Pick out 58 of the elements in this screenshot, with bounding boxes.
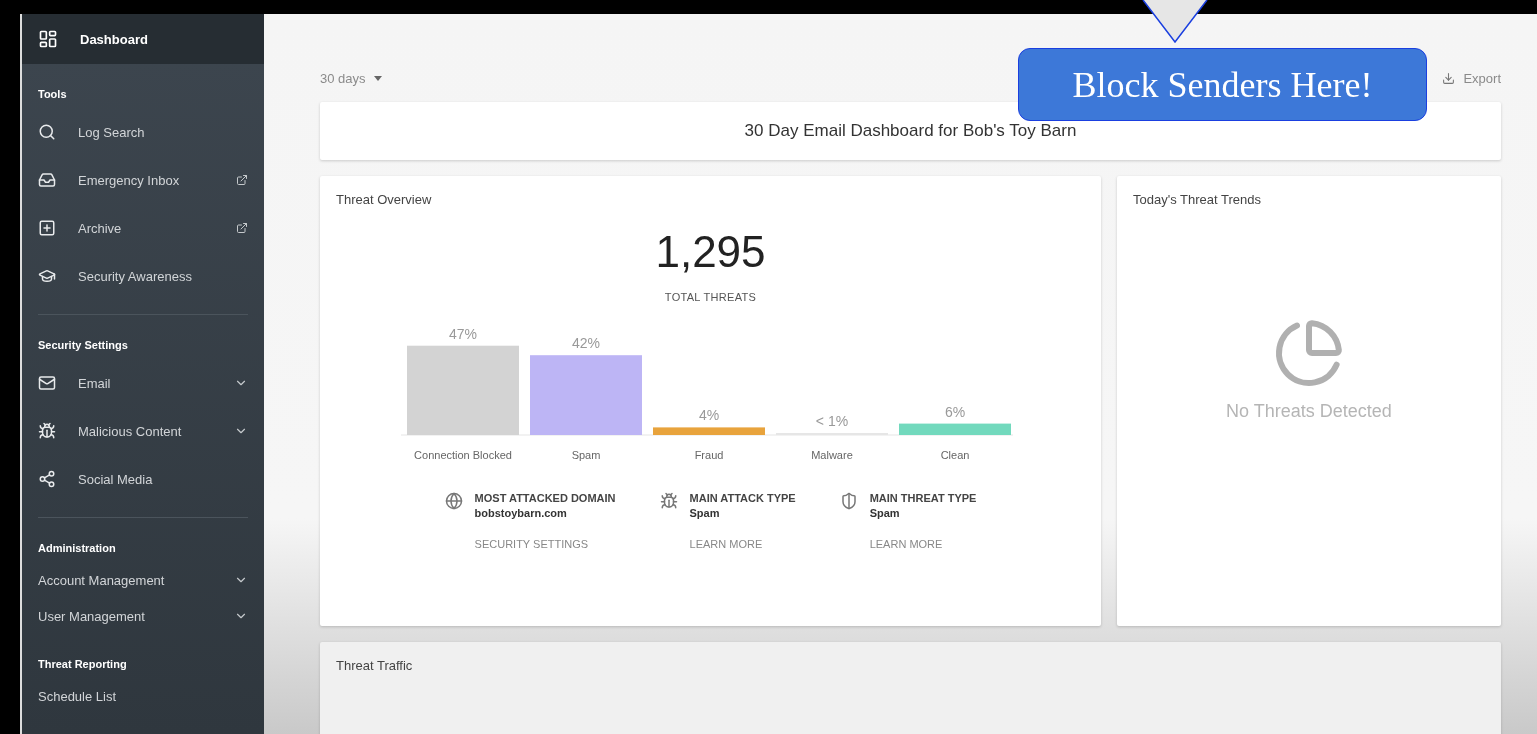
nav-item[interactable]: Malicious Content xyxy=(22,407,264,455)
nav-item[interactable]: Account Management xyxy=(22,562,264,598)
stat-value: bobstoybarn.com xyxy=(474,507,568,519)
bar-value-label: 4% xyxy=(698,407,719,424)
nav-item[interactable]: Archive xyxy=(22,204,264,252)
stat-link[interactable]: LEARN MORE xyxy=(869,538,977,550)
category-label: Fraud xyxy=(694,449,723,461)
stat-link[interactable]: LEARN MORE xyxy=(689,538,796,550)
category-label: Malware xyxy=(810,449,853,461)
callout-banner: Block Senders Here! xyxy=(1018,48,1427,121)
stat-value: Spam xyxy=(869,507,901,519)
pie-chart-icon xyxy=(1273,317,1345,389)
total-threats-label: TOTAL THREATS xyxy=(664,291,757,303)
dashboard-nav-item[interactable]: Dashboard xyxy=(22,14,264,64)
graduation-cap-icon xyxy=(38,267,56,285)
empty-message: No Threats Detected xyxy=(1226,401,1392,422)
stat-value: Spam xyxy=(689,507,721,519)
dashboard-icon xyxy=(38,29,58,49)
section-heading: Threat Reporting xyxy=(37,657,128,672)
section-heading: Administration xyxy=(37,541,117,556)
stat-link[interactable]: SECURITY SETTINGS xyxy=(474,538,616,550)
stat-title: MAIN THREAT TYPE xyxy=(869,492,977,504)
caret-icon xyxy=(373,75,382,81)
card-title: Threat Overview xyxy=(336,192,432,207)
section-heading: Tools xyxy=(37,87,68,102)
bar-value-label: 42% xyxy=(571,335,600,352)
category-label: Clean xyxy=(940,449,969,461)
mail-icon xyxy=(38,374,56,392)
section-heading: Security Settings xyxy=(37,338,129,353)
card-title: Threat Traffic xyxy=(336,658,414,673)
nav-item[interactable]: Log Search xyxy=(22,108,264,156)
shield-icon xyxy=(839,492,858,510)
external-link-icon xyxy=(236,222,248,234)
stat-title: MAIN ATTACK TYPE xyxy=(689,492,796,504)
share-icon xyxy=(38,470,56,488)
bar-value-label: < 1% xyxy=(815,413,848,429)
nav-item[interactable]: Email xyxy=(22,359,264,407)
nav-item[interactable]: Social Media xyxy=(22,455,264,503)
bar-value-label: 6% xyxy=(944,403,965,420)
nav-item[interactable]: Emergency Inbox xyxy=(22,156,264,204)
nav-item[interactable]: Security Awareness xyxy=(22,252,264,300)
bug-icon xyxy=(659,492,678,510)
inbox-icon xyxy=(38,171,56,189)
download-icon xyxy=(1442,71,1456,85)
stat-title: MOST ATTACKED DOMAIN xyxy=(474,492,616,504)
category-label: Connection Blocked xyxy=(413,449,512,461)
external-link-icon xyxy=(236,174,248,186)
nav-item[interactable]: User Management xyxy=(22,598,264,634)
bug-icon xyxy=(38,422,56,440)
total-threats-value: 1,295 xyxy=(655,227,766,277)
search-icon xyxy=(38,123,56,141)
plus-box-icon xyxy=(38,219,56,237)
pointer-arrow xyxy=(1142,0,1208,44)
bar-value-label: 47% xyxy=(448,325,477,342)
nav-item[interactable]: Schedule List xyxy=(22,678,264,714)
category-label: Spam xyxy=(571,449,600,461)
card-title: Today's Threat Trends xyxy=(1133,192,1261,207)
globe-icon xyxy=(444,492,463,510)
